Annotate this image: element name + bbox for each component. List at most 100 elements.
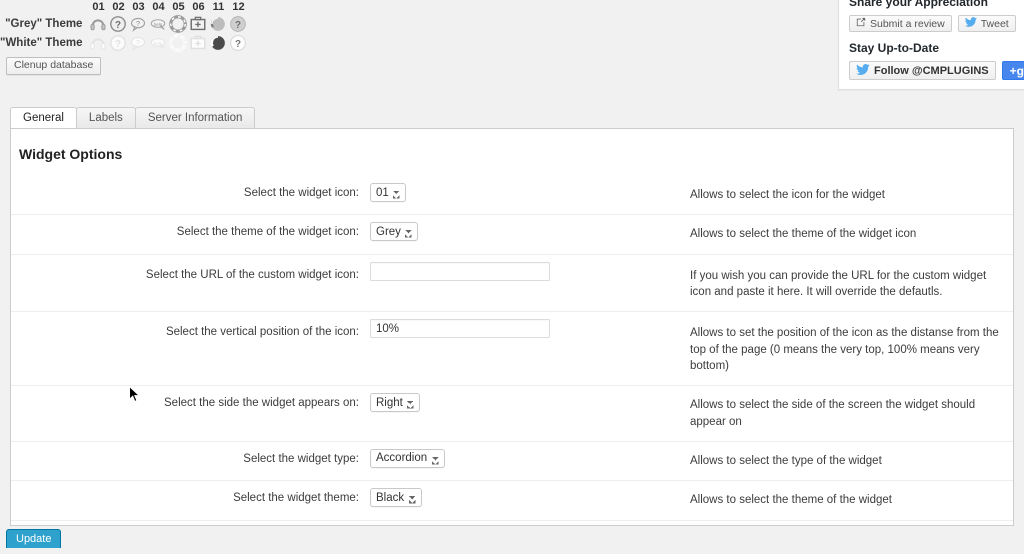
twitter-icon xyxy=(964,17,977,30)
svg-text:?: ? xyxy=(136,19,140,28)
row-label: Select the theme of the widget icon: xyxy=(176,226,359,239)
question-speech-bubble-icon: ? xyxy=(128,33,148,52)
form-row: Select the widget type: Accordion Allows… xyxy=(11,441,1013,480)
headphones-icon xyxy=(208,33,228,52)
widget-type-select[interactable]: Accordion xyxy=(370,448,445,468)
row-control: Grey xyxy=(365,215,690,254)
tab-server-information[interactable]: Server Information xyxy=(134,107,256,128)
question-speech-bubble-icon: ? xyxy=(128,14,148,33)
external-link-icon xyxy=(856,17,866,30)
tab-bar: General Labels Server Information xyxy=(10,107,1014,129)
lifebuoy-icon xyxy=(168,14,188,33)
tab-labels[interactable]: Labels xyxy=(75,107,136,128)
row-label: Select the widget icon: xyxy=(243,187,359,199)
headset-icon xyxy=(88,33,108,52)
tweet-button[interactable]: Tweet xyxy=(957,15,1016,32)
icons-legend-table: 01 02 03 04 05 06 11 12 "Grey" Theme ? ?… xyxy=(0,0,248,52)
submit-review-label: Submit a review xyxy=(870,17,945,30)
page-title: Widget Options xyxy=(19,146,123,162)
svg-text:help: help xyxy=(154,40,163,45)
toolbox-plus-icon xyxy=(188,14,208,33)
update-button[interactable]: Update xyxy=(6,529,62,550)
row-label: Select the URL of the custom widget icon… xyxy=(145,268,359,281)
widget-theme-select[interactable]: Black xyxy=(370,488,422,508)
form-row: Select the side the widget appears on: R… xyxy=(11,385,1013,442)
svg-text:?: ? xyxy=(115,19,121,30)
widget-icon-select[interactable]: 01 xyxy=(370,183,406,202)
social-box: Share your Appreciation Submit a review xyxy=(838,0,1024,90)
icons-legend: 01 02 03 04 05 06 11 12 "Grey" Theme ? ?… xyxy=(0,0,248,52)
legend-spacer xyxy=(0,0,88,14)
question-circle-icon: ? xyxy=(108,33,128,52)
cleanup-database-button[interactable]: Clenup database xyxy=(6,57,102,75)
row-label: Select the width of the widget: xyxy=(11,520,365,525)
svg-text:?: ? xyxy=(115,38,121,49)
widget-options-form: Select the widget icon: 01 Allows to sel… xyxy=(11,176,1013,525)
row-description: Allows to select the side of the screen … xyxy=(690,399,976,428)
legend-number: 01 xyxy=(92,1,105,13)
row-description: Allows to set the position of the icon a… xyxy=(690,327,999,372)
top-area: 01 02 03 04 05 06 11 12 "Grey" Theme ? ?… xyxy=(0,0,1024,90)
widget-icon-theme-select[interactable]: Grey xyxy=(370,222,418,242)
svg-text:?: ? xyxy=(136,38,140,47)
form-row: Select the vertical position of the icon… xyxy=(11,311,1013,386)
row-description: Allows to select the icon for the widget xyxy=(690,189,885,201)
headphones-icon xyxy=(208,14,228,33)
help-speech-bubble-icon: help xyxy=(148,33,168,52)
vertical-position-input[interactable] xyxy=(370,319,550,339)
icons-legend-number-row: 01 02 03 04 05 06 11 12 xyxy=(0,0,248,14)
submit-review-button[interactable]: Submit a review xyxy=(849,15,952,32)
follow-label: Follow @CMPLUGINS xyxy=(874,64,989,77)
tab-general[interactable]: General xyxy=(10,107,77,128)
white-theme-label: "White" Theme xyxy=(0,36,83,49)
row-control: Black xyxy=(365,481,690,520)
grey-theme-row: "Grey" Theme ? ? help ? xyxy=(0,14,248,33)
row-description: Allows to select the theme of the widget xyxy=(690,494,892,507)
form-row: Select the theme of the widget icon: Gre… xyxy=(11,214,1013,254)
row-control: 01 xyxy=(365,176,690,215)
bottom-strip xyxy=(0,548,1024,554)
share-button-row: Submit a review Tweet xyxy=(849,15,1016,32)
share-appreciation-heading: Share your Appreciation xyxy=(849,0,988,9)
toolbox-plus-icon xyxy=(188,33,208,52)
question-mark-round-icon: ? xyxy=(228,14,248,33)
google-plus-icon: g+ xyxy=(1009,63,1024,78)
svg-text:help: help xyxy=(154,21,163,26)
widget-options-panel: Widget Options Select the widget icon: 0… xyxy=(10,128,1014,526)
twitter-icon xyxy=(856,63,870,78)
form-row: Select the widget theme: Black Allows to… xyxy=(11,480,1013,520)
stay-up-to-date-heading: Stay Up-to-Date xyxy=(849,41,940,55)
form-row: Select the URL of the custom widget icon… xyxy=(11,254,1013,312)
row-description: If you wish you can provide the URL for … xyxy=(690,269,987,298)
row-control: Accordion xyxy=(365,441,690,480)
svg-text:?: ? xyxy=(235,19,241,30)
row-description: Allows to select the type of the widget xyxy=(690,454,882,467)
row-description: Allows to select the theme of the widget… xyxy=(690,228,917,241)
widget-side-select[interactable]: Right xyxy=(370,393,420,413)
legend-number: 03 xyxy=(132,1,145,13)
legend-number: 04 xyxy=(152,1,165,13)
follow-cmplugins-button[interactable]: Follow @CMPLUGINS xyxy=(849,61,996,80)
headset-icon xyxy=(88,14,108,33)
tweet-label: Tweet xyxy=(980,17,1009,30)
form-row: Select the width of the widget: Allows t… xyxy=(11,520,1013,525)
row-description: Allows to select the width of the widget… xyxy=(690,520,1013,525)
row-control xyxy=(365,254,690,312)
row-label: Select the side the widget appears on: xyxy=(164,397,359,410)
grey-theme-label: "Grey" Theme xyxy=(5,17,83,30)
question-mark-round-icon: ? xyxy=(228,33,248,52)
custom-widget-icon-url-input[interactable] xyxy=(370,261,550,281)
question-circle-icon: ? xyxy=(108,14,128,33)
help-speech-bubble-icon: help xyxy=(148,14,168,33)
legend-number: 05 xyxy=(172,1,185,13)
white-theme-row: "White" Theme ? ? help ? xyxy=(0,33,248,52)
legend-number: 06 xyxy=(192,1,205,13)
row-control xyxy=(365,312,690,386)
row-label: Select the widget type: xyxy=(243,452,359,465)
row-label: Select the widget theme: xyxy=(233,492,359,505)
lifebuoy-icon xyxy=(168,33,188,52)
legend-number: 02 xyxy=(112,1,125,13)
legend-number: 12 xyxy=(232,1,245,13)
google-plus-button[interactable]: מעגל אחד g+ xyxy=(1001,61,1024,80)
form-row: Select the widget icon: 01 Allows to sel… xyxy=(11,176,1013,215)
